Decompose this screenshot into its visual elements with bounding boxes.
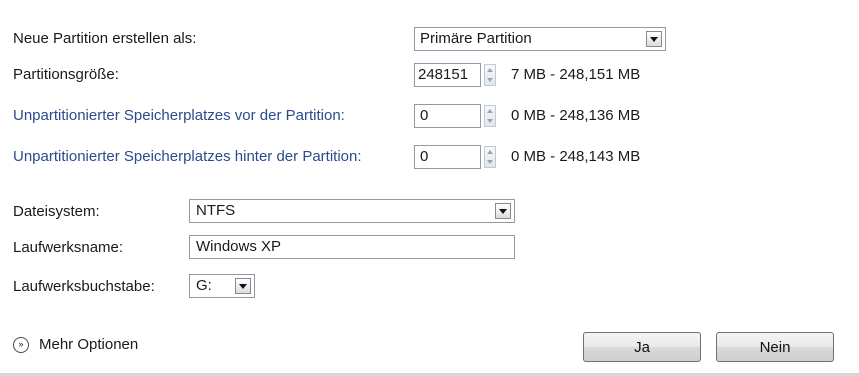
chevron-down-icon[interactable] <box>235 278 251 294</box>
partition-size-spinner-icon[interactable] <box>484 64 496 86</box>
file-system-value: NTFS <box>196 202 236 219</box>
partition-type-select[interactable]: Primäre Partition <box>414 27 666 51</box>
yes-button[interactable]: Ja <box>583 332 701 362</box>
unpartitioned-before-value: 0 <box>420 107 429 124</box>
volume-name-label: Laufwerksname: <box>13 239 124 256</box>
chevron-double-down-icon[interactable]: » <box>13 336 29 353</box>
unpartitioned-before-label: Unpartitionierter Speicherplatzes vor de… <box>13 107 345 124</box>
chevron-down-icon[interactable] <box>646 31 662 47</box>
drive-letter-select[interactable]: G: <box>189 274 255 298</box>
file-system-select[interactable]: NTFS <box>189 199 515 223</box>
drive-letter-label: Laufwerksbuchstabe: <box>13 278 155 295</box>
partition-size-value: 248151 <box>418 66 469 83</box>
partition-size-range: 7 MB - 248,151 MB <box>511 66 641 83</box>
more-options-label: Mehr Optionen <box>39 336 139 353</box>
volume-name-value: Windows XP <box>196 238 282 255</box>
volume-name-input[interactable]: Windows XP <box>189 235 515 259</box>
unpartitioned-after-range: 0 MB - 248,143 MB <box>511 148 641 165</box>
partition-size-input[interactable]: 248151 <box>414 63 481 87</box>
file-system-label: Dateisystem: <box>13 203 100 220</box>
unpartitioned-after-label: Unpartitionierter Speicherplatzes hinter… <box>13 148 362 165</box>
no-button[interactable]: Nein <box>716 332 834 362</box>
more-options-toggle[interactable]: » Mehr Optionen <box>13 336 138 353</box>
unpartitioned-after-spinner-icon[interactable] <box>484 146 496 168</box>
partition-type-label: Neue Partition erstellen als: <box>13 30 197 47</box>
unpartitioned-before-range: 0 MB - 248,136 MB <box>511 107 641 124</box>
chevron-down-icon[interactable] <box>495 203 511 219</box>
unpartitioned-after-value: 0 <box>420 148 429 165</box>
unpartitioned-after-input[interactable]: 0 <box>414 145 481 169</box>
drive-letter-value: G: <box>196 277 212 294</box>
unpartitioned-before-spinner-icon[interactable] <box>484 105 496 127</box>
unpartitioned-before-input[interactable]: 0 <box>414 104 481 128</box>
no-button-label: Nein <box>759 338 791 356</box>
partition-type-value: Primäre Partition <box>420 30 532 47</box>
yes-button-label: Ja <box>634 338 650 356</box>
partition-size-label: Partitionsgröße: <box>13 66 119 83</box>
